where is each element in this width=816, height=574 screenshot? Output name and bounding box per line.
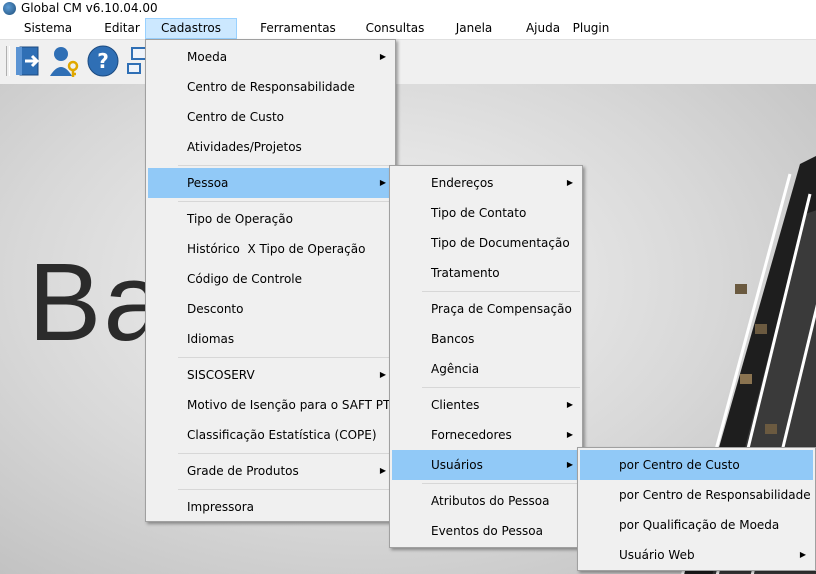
menu-item-por-qualificacao-moeda[interactable]: por Qualificação de Moeda	[580, 510, 813, 540]
submenu-arrow-icon: ▶	[566, 460, 573, 469]
submenu-arrow-icon: ▶	[379, 370, 386, 379]
user-key-icon[interactable]	[48, 44, 82, 78]
menu-item-por-centro-custo[interactable]: por Centro de Custo	[580, 450, 813, 480]
menu-janela[interactable]: Janela	[452, 18, 496, 39]
toolbar-grip	[6, 46, 10, 76]
menu-editar[interactable]: Editar	[98, 18, 146, 39]
menu-item-desconto[interactable]: Desconto	[148, 294, 393, 324]
menu-item-praca-compensacao[interactable]: Praça de Compensação	[392, 294, 580, 324]
submenu-arrow-icon: ▶	[799, 550, 806, 559]
menu-plugin[interactable]: Plugin	[568, 18, 614, 39]
menu-item-impressora[interactable]: Impressora	[148, 492, 393, 522]
submenu-arrow-icon: ▶	[566, 400, 573, 409]
menu-item-centro-custo[interactable]: Centro de Custo	[148, 102, 393, 132]
menu-separator	[422, 483, 580, 484]
menu-separator	[178, 201, 393, 202]
menu-sistema[interactable]: Sistema	[20, 18, 76, 39]
toolbar: ?	[0, 39, 816, 85]
globe-app-icon	[3, 2, 16, 15]
menu-item-historico-tipo-operacao[interactable]: Histórico X Tipo de Operação	[148, 234, 393, 264]
menu-item-fornecedores[interactable]: Fornecedores ▶	[392, 420, 580, 450]
submenu-arrow-icon: ▶	[379, 52, 386, 61]
menu-separator	[178, 165, 393, 166]
menu-ferramentas[interactable]: Ferramentas	[258, 18, 338, 39]
menu-item-tipo-documentacao[interactable]: Tipo de Documentação	[392, 228, 580, 258]
menu-item-agencia[interactable]: Agência	[392, 354, 580, 384]
menu-item-grade-produtos[interactable]: Grade de Produtos ▶	[148, 456, 393, 486]
help-icon[interactable]: ?	[86, 44, 120, 78]
menu-item-usuarios[interactable]: Usuários ▶	[392, 450, 580, 480]
network-icon[interactable]	[124, 44, 146, 78]
menu-item-enderecos[interactable]: Endereços ▶	[392, 168, 580, 198]
menu-ajuda[interactable]: Ajuda	[522, 18, 564, 39]
submenu-arrow-icon: ▶	[566, 430, 573, 439]
menu-item-clientes[interactable]: Clientes ▶	[392, 390, 580, 420]
menu-item-idiomas[interactable]: Idiomas	[148, 324, 393, 354]
menu-item-motivo-isencao-saft[interactable]: Motivo de Isenção para o SAFT PT	[148, 390, 393, 420]
menu-separator	[422, 291, 580, 292]
usuarios-submenu: por Centro de Custo por Centro de Respon…	[577, 447, 816, 571]
menu-item-tipo-contato[interactable]: Tipo de Contato	[392, 198, 580, 228]
cadastros-dropdown: Moeda ▶ Centro de Responsabilidade Centr…	[145, 39, 396, 522]
menu-item-atividades-projetos[interactable]: Atividades/Projetos	[148, 132, 393, 162]
menu-separator	[178, 489, 393, 490]
menu-item-tratamento[interactable]: Tratamento	[392, 258, 580, 288]
submenu-arrow-icon: ▶	[379, 178, 386, 187]
menu-item-classificacao-estatistica[interactable]: Classificação Estatística (COPE)	[148, 420, 393, 450]
menu-cadastros[interactable]: Cadastros	[145, 18, 237, 39]
menu-item-moeda[interactable]: Moeda ▶	[148, 42, 393, 72]
menu-item-centro-responsabilidade[interactable]: Centro de Responsabilidade	[148, 72, 393, 102]
submenu-arrow-icon: ▶	[566, 178, 573, 187]
menu-item-siscoserv[interactable]: SISCOSERV ▶	[148, 360, 393, 390]
menu-separator	[178, 453, 393, 454]
menu-separator	[422, 387, 580, 388]
menu-item-por-centro-responsabilidade[interactable]: por Centro de Responsabilidade	[580, 480, 813, 510]
svg-text:?: ?	[97, 49, 109, 73]
menu-bar: Sistema Editar Cadastros Ferramentas Con…	[0, 18, 816, 39]
exit-door-icon[interactable]	[12, 44, 46, 78]
menu-item-usuario-web[interactable]: Usuário Web ▶	[580, 540, 813, 570]
title-bar: Global CM v6.10.04.00	[0, 0, 816, 18]
pessoa-submenu: Endereços ▶ Tipo de Contato Tipo de Docu…	[389, 165, 583, 548]
menu-consultas[interactable]: Consultas	[362, 18, 428, 39]
menu-separator	[178, 357, 393, 358]
menu-item-bancos[interactable]: Bancos	[392, 324, 580, 354]
submenu-arrow-icon: ▶	[379, 466, 386, 475]
menu-item-pessoa[interactable]: Pessoa ▶	[148, 168, 393, 198]
menu-item-codigo-controle[interactable]: Código de Controle	[148, 264, 393, 294]
menu-item-eventos-pessoa[interactable]: Eventos do Pessoa	[392, 516, 580, 546]
menu-item-tipo-operacao[interactable]: Tipo de Operação	[148, 204, 393, 234]
menu-item-atributos-pessoa[interactable]: Atributos do Pessoa	[392, 486, 580, 516]
window-title: Global CM v6.10.04.00	[21, 1, 158, 15]
